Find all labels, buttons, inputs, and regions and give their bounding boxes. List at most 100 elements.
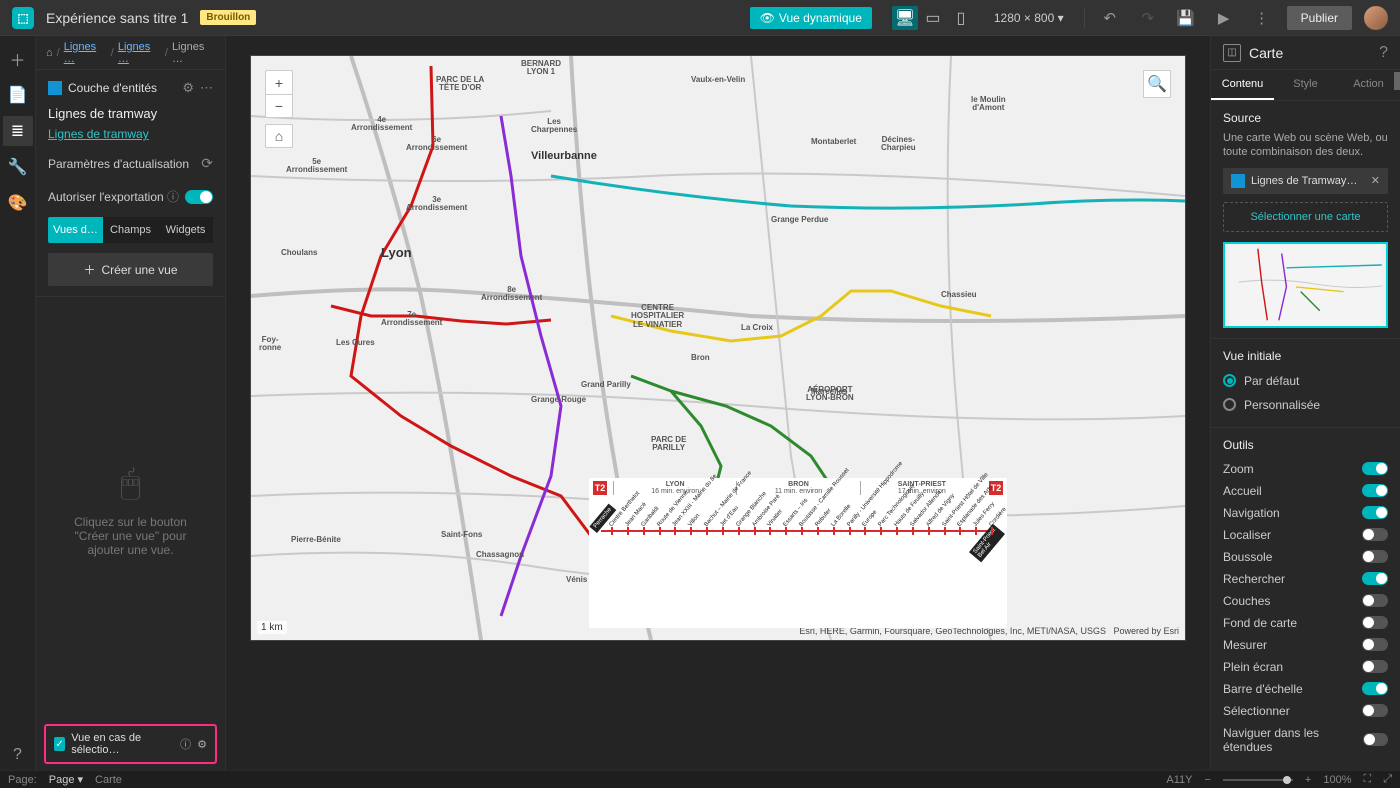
gear-icon[interactable]: ⚙ — [182, 80, 194, 96]
close-icon[interactable]: ✕ — [1371, 174, 1380, 187]
more-icon[interactable]: ⋯ — [200, 80, 213, 96]
allow-export-toggle[interactable] — [185, 190, 213, 204]
label-villeurbanne: Villeurbanne — [531, 151, 597, 163]
radio-custom[interactable]: Personnalisée — [1223, 393, 1388, 417]
help-icon[interactable]: ? — [3, 740, 33, 770]
map[interactable]: Lyon Villeurbanne PARC DE LA TÊTE D'OR B… — [251, 56, 1185, 640]
breadcrumb-2[interactable]: Lignes … — [118, 41, 161, 65]
info-icon[interactable]: ⓘ — [180, 736, 191, 752]
stop-tick — [754, 527, 756, 535]
user-avatar[interactable] — [1364, 6, 1388, 30]
dynamic-view-button[interactable]: 👁 Vue dynamique — [750, 7, 872, 29]
home-icon[interactable]: ⌂ — [46, 47, 53, 59]
zoom-slider[interactable] — [1223, 779, 1293, 781]
tab-content[interactable]: Contenu — [1211, 70, 1274, 100]
theme-icon[interactable]: 🎨 — [3, 188, 33, 218]
tablet-icon[interactable]: ▭ — [920, 6, 946, 30]
zoom-out-icon[interactable]: − — [265, 94, 293, 118]
tool-label: Barre d'échelle — [1223, 682, 1303, 696]
label-hospitalier: CENTRE HOSPITALIER LE VINATIER — [631, 304, 684, 329]
more-icon[interactable]: ⋮ — [1249, 5, 1275, 31]
seg-fields[interactable]: Champs — [103, 217, 158, 243]
canvas-dimensions[interactable]: 1280 × 800 ▾ — [994, 11, 1064, 25]
undo-icon[interactable]: ↶ — [1097, 5, 1123, 31]
gear-icon[interactable]: ⚙ — [197, 738, 207, 751]
zoom-in-icon[interactable]: + — [1305, 774, 1311, 786]
fullscreen-icon[interactable]: ⤢ — [1383, 773, 1392, 786]
tool-toggle[interactable] — [1362, 484, 1388, 497]
tool-label: Navigation — [1223, 506, 1280, 520]
seg-widgets[interactable]: Widgets — [158, 217, 213, 243]
data-sources-icon[interactable]: ≣ — [3, 116, 33, 146]
label-moulin: le Moulin d'Amont — [971, 96, 1006, 113]
scroll-indicator — [1394, 72, 1400, 90]
tool-toggle[interactable] — [1362, 528, 1388, 541]
stop-tick — [690, 527, 692, 535]
selection-view-row[interactable]: ✓ Vue en cas de sélectio… ⓘ ⚙ — [44, 724, 217, 764]
label-arr6: 6e Arrondissement — [406, 136, 467, 153]
zoom-out-icon[interactable]: − — [1204, 774, 1210, 786]
a11y-indicator[interactable]: A11Y — [1166, 774, 1192, 786]
empty-hint: 🖱 Cliquez sur le bouton "Créer une vue" … — [36, 297, 225, 724]
status-bar: Page: Page ▾ Carte A11Y − + 100% ⛶ ⤢ — [0, 770, 1400, 788]
entity-layer-label: Couche d'entités — [68, 81, 157, 95]
label-montaberlet: Montaberlet — [811, 138, 856, 146]
help-icon[interactable]: ? — [1379, 44, 1388, 62]
tool-label: Naviguer dans les étendues — [1223, 726, 1363, 754]
tool-toggle[interactable] — [1362, 704, 1388, 717]
entity-layer-row: Couche d'entités ⚙ ⋯ — [48, 80, 213, 96]
tool-toggle[interactable] — [1362, 638, 1388, 651]
create-view-button[interactable]: ＋ Créer une vue — [48, 253, 213, 286]
tool-toggle[interactable] — [1362, 572, 1388, 585]
label-bron: Bron — [691, 354, 710, 362]
label-foy: Foy- ronne — [259, 336, 281, 353]
tool-row: Zoom — [1223, 458, 1388, 480]
page-selector[interactable]: Page ▾ — [49, 773, 83, 786]
search-icon[interactable]: 🔍 — [1143, 70, 1171, 98]
map-thumbnail[interactable] — [1223, 242, 1388, 328]
tool-toggle[interactable] — [1362, 660, 1388, 673]
add-widget-icon[interactable]: ＋ — [3, 44, 33, 74]
fit-icon[interactable]: ⛶ — [1363, 773, 1371, 786]
tool-label: Rechercher — [1223, 572, 1285, 586]
tool-toggle[interactable] — [1363, 733, 1388, 746]
carte-crumb[interactable]: Carte — [95, 774, 122, 786]
desktop-icon[interactable]: 🖥 — [892, 6, 918, 30]
label-lyon: Lyon — [381, 246, 412, 260]
allow-export-label: Autoriser l'exportation ⓘ — [48, 188, 179, 205]
tab-action[interactable]: Action — [1337, 70, 1400, 100]
map-widget[interactable]: Lyon Villeurbanne PARC DE LA TÊTE D'OR B… — [251, 56, 1185, 640]
tool-toggle[interactable] — [1362, 550, 1388, 563]
device-preview-group: 🖥 ▭ ▯ — [892, 6, 974, 30]
tools-icon[interactable]: 🔧 — [3, 152, 33, 182]
zoom-in-icon[interactable]: + — [265, 70, 293, 94]
breadcrumb-1[interactable]: Lignes … — [64, 41, 107, 65]
refresh-icon[interactable]: ⟳ — [201, 155, 213, 172]
source-chip[interactable]: Lignes de Tramway… ✕ — [1223, 168, 1388, 194]
label-saint-fons: Saint-Fons — [441, 531, 482, 539]
layer-link[interactable]: Lignes de tramway — [48, 127, 149, 141]
publish-button[interactable]: Publier — [1287, 6, 1352, 30]
tool-toggle[interactable] — [1362, 506, 1388, 519]
seg-views[interactable]: Vues d… — [48, 217, 103, 243]
tool-toggle[interactable] — [1362, 616, 1388, 629]
page-icon[interactable]: 📄 — [3, 80, 33, 110]
redo-icon[interactable]: ↷ — [1135, 5, 1161, 31]
views-segment: Vues d… Champs Widgets — [48, 217, 213, 243]
radio-default[interactable]: Par défaut — [1223, 369, 1388, 393]
tool-toggle[interactable] — [1362, 682, 1388, 695]
home-extent-icon[interactable]: ⌂ — [265, 124, 293, 148]
radio-off-icon — [1223, 398, 1236, 411]
phone-icon[interactable]: ▯ — [948, 6, 974, 30]
tool-toggle[interactable] — [1362, 462, 1388, 475]
cursor-click-icon: 🖱 — [120, 464, 140, 503]
select-map-button[interactable]: Sélectionner une carte — [1223, 202, 1388, 232]
properties-panel: ◫ Carte ? Contenu Style Action Source Un… — [1210, 36, 1400, 770]
tab-style[interactable]: Style — [1274, 70, 1337, 100]
save-icon[interactable]: 💾 — [1173, 5, 1199, 31]
label-bernard: BERNARD LYON 1 — [521, 60, 561, 77]
preview-icon[interactable]: ▶ — [1211, 5, 1237, 31]
tool-row: Navigation — [1223, 502, 1388, 524]
tool-toggle[interactable] — [1362, 594, 1388, 607]
canvas-area[interactable]: Lyon Villeurbanne PARC DE LA TÊTE D'OR B… — [226, 36, 1210, 770]
